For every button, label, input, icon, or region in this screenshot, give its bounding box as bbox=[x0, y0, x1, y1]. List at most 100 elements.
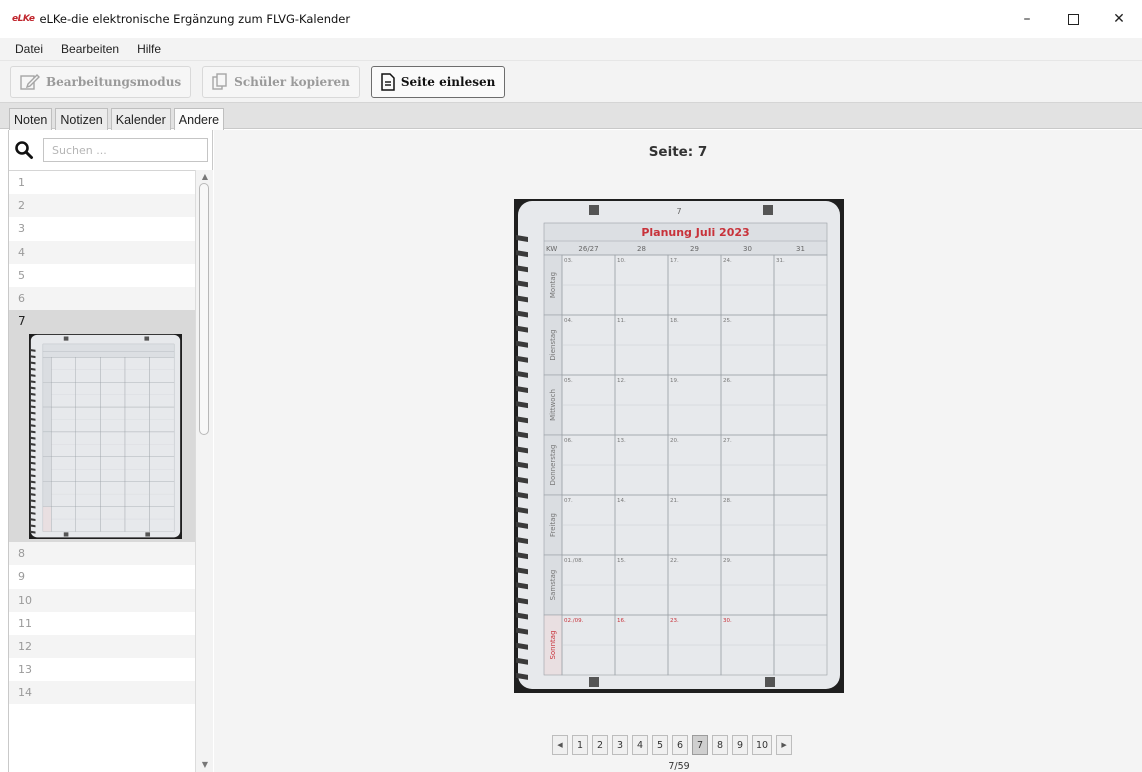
corner-marker-icon bbox=[63, 532, 69, 537]
sidebar-scrollbar[interactable]: ▲ ▼ bbox=[195, 170, 213, 772]
list-item[interactable]: 9 bbox=[9, 565, 195, 588]
corner-marker-icon bbox=[765, 677, 775, 687]
read-page-label: Seite einlesen bbox=[400, 74, 496, 89]
pagination: ◀ 1 2 3 4 5 6 7 8 9 10 ▶ bbox=[552, 735, 796, 755]
scan-date-label: 26. bbox=[723, 378, 732, 384]
pager-next-icon[interactable]: ▶ bbox=[776, 735, 793, 755]
page-list[interactable]: 1 2 3 4 5 6 7 8 9 10 11 12 13 14 bbox=[9, 170, 195, 772]
scroll-down-icon[interactable]: ▼ bbox=[199, 759, 211, 771]
pager-page-button[interactable]: 9 bbox=[732, 735, 748, 755]
scan-day-name: Donnerstag bbox=[549, 445, 557, 486]
copy-students-button[interactable]: Schüler kopieren bbox=[202, 65, 360, 98]
menu-datei[interactable]: Datei bbox=[0, 42, 52, 56]
read-page-button[interactable]: Seite einlesen bbox=[370, 65, 506, 98]
copy-icon bbox=[212, 72, 227, 90]
tab-notizen[interactable]: Notizen bbox=[55, 108, 108, 130]
scan-date-label: 06. bbox=[564, 438, 573, 444]
list-item-label: 5 bbox=[18, 268, 25, 282]
menu-hilfe[interactable]: Hilfe bbox=[128, 42, 170, 56]
pager-page-button[interactable]: 4 bbox=[632, 735, 648, 755]
scan-week-number: 26/27 bbox=[578, 245, 598, 253]
scan-date-label: 25. bbox=[723, 318, 732, 324]
list-item[interactable]: 2 bbox=[9, 194, 195, 218]
tab-andere[interactable]: Andere bbox=[173, 108, 225, 131]
paper bbox=[30, 334, 181, 538]
page-title: Seite: 7 bbox=[648, 144, 708, 160]
search-row bbox=[9, 137, 214, 163]
pager-page-button[interactable]: 6 bbox=[672, 735, 688, 755]
scan-date-label: 10. bbox=[617, 258, 626, 264]
scan-kw-label: KW bbox=[546, 245, 557, 253]
pager-page-button[interactable]: 1 bbox=[572, 735, 588, 755]
scan-day-cell bbox=[42, 407, 52, 433]
pager-page-button[interactable]: 5 bbox=[652, 735, 668, 755]
list-item-label: 3 bbox=[18, 222, 25, 236]
list-item-label: 11 bbox=[18, 616, 32, 630]
page-viewer: Seite: 7 7 Planung Juli 2023 KW 26/27 28 29 30… bbox=[214, 130, 1142, 772]
list-item[interactable]: 13 bbox=[9, 658, 195, 681]
scan-page-number: 7 bbox=[676, 207, 681, 216]
sidebar: 1234567891011121314 ▲ ▼ bbox=[8, 130, 213, 772]
edit-mode-button[interactable]: Bearbeitungsmodus bbox=[10, 65, 192, 98]
pager-page-button[interactable]: 7 bbox=[692, 735, 708, 755]
scan-heading: Planung Juli 2023 bbox=[641, 226, 749, 239]
scan-day-cell bbox=[42, 481, 52, 507]
minimize-button[interactable]: – bbox=[1004, 0, 1050, 38]
tab-kalender[interactable]: Kalender bbox=[110, 108, 171, 130]
list-item-label: 8 bbox=[18, 547, 25, 561]
document-icon bbox=[381, 72, 395, 91]
scan-date-label: 05. bbox=[564, 378, 573, 384]
list-item[interactable]: 4 bbox=[9, 240, 195, 264]
list-item-label: 12 bbox=[18, 639, 32, 653]
tab-noten[interactable]: Noten bbox=[9, 108, 53, 130]
scan-date-label: 14. bbox=[617, 498, 626, 504]
scan-date-label: 28. bbox=[723, 498, 732, 504]
list-item[interactable]: 11 bbox=[9, 612, 195, 635]
maximize-icon bbox=[1067, 13, 1079, 25]
scan-day-cell bbox=[42, 431, 52, 458]
list-item[interactable]: 14 bbox=[9, 681, 195, 705]
scan-date-label: 27. bbox=[723, 438, 732, 444]
pager-page-button[interactable]: 10 bbox=[752, 735, 773, 755]
close-icon: ✕ bbox=[1113, 11, 1125, 27]
search-icon[interactable] bbox=[14, 140, 34, 160]
scan-date-label: 04. bbox=[564, 318, 573, 324]
scan-day-cell bbox=[42, 357, 52, 383]
list-item-label: 7 bbox=[18, 314, 26, 329]
list-item[interactable]: 8 bbox=[9, 542, 195, 566]
list-item-label: 13 bbox=[18, 663, 32, 677]
scanned-page-image: 7 Planung Juli 2023 KW 26/27 28 29 30 31 03. 10. 1… bbox=[514, 199, 844, 693]
scan-day-name: Mittwoch bbox=[549, 389, 557, 421]
list-item-label: 10 bbox=[18, 593, 32, 607]
list-item[interactable]: 5 bbox=[9, 264, 195, 287]
search-input[interactable] bbox=[43, 138, 208, 162]
close-button[interactable]: ✕ bbox=[1096, 0, 1142, 38]
corner-marker-icon bbox=[144, 336, 150, 341]
app-logo: eLKe bbox=[12, 14, 35, 24]
copy-students-label: Schüler kopieren bbox=[234, 74, 350, 89]
list-item[interactable]: 10 bbox=[9, 588, 195, 612]
calendar-header bbox=[42, 343, 175, 358]
list-item[interactable]: 12 bbox=[9, 634, 195, 659]
scan-date-label: 11. bbox=[617, 318, 626, 324]
pager-page-button[interactable]: 3 bbox=[612, 735, 628, 755]
menu-bar: Datei Bearbeiten Hilfe bbox=[0, 38, 1142, 61]
scan-date-label: 29. bbox=[723, 558, 732, 564]
pager-page-button[interactable]: 2 bbox=[592, 735, 608, 755]
pager-page-button[interactable]: 8 bbox=[712, 735, 728, 755]
edit-mode-label: Bearbeitungsmodus bbox=[46, 74, 182, 89]
list-item[interactable]: 6 bbox=[9, 286, 195, 311]
scan-date-label: 19. bbox=[670, 378, 679, 384]
tab-bar: Noten Notizen Kalender Andere bbox=[0, 103, 1142, 131]
scroll-thumb[interactable] bbox=[199, 183, 209, 435]
scroll-up-icon[interactable]: ▲ bbox=[199, 171, 211, 183]
list-item[interactable]: 3 bbox=[9, 217, 195, 240]
page-thumbnail bbox=[29, 334, 182, 540]
list-item[interactable]: 1 bbox=[9, 171, 195, 194]
scan-day-cell bbox=[42, 506, 52, 532]
maximize-button[interactable] bbox=[1050, 0, 1096, 38]
pager-prev-icon[interactable]: ◀ bbox=[552, 735, 568, 755]
list-item[interactable]: 7 bbox=[9, 310, 195, 543]
menu-bearbeiten[interactable]: Bearbeiten bbox=[52, 42, 128, 56]
pager-status: 7/59 bbox=[668, 761, 690, 772]
